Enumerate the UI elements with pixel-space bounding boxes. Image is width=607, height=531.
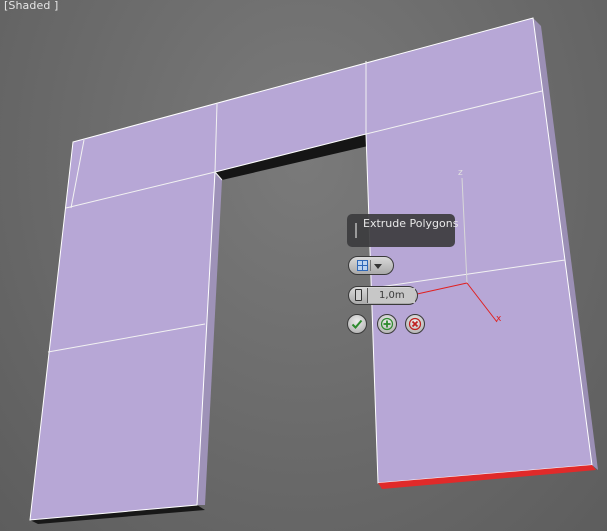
chevron-down-icon xyxy=(374,264,382,269)
caddy-title: Extrude Polygons xyxy=(363,217,459,230)
checkmark-icon xyxy=(351,319,363,329)
caddy-title-bar[interactable]: Extrude Polygons xyxy=(347,214,459,247)
x-icon xyxy=(408,317,422,331)
apply-and-continue-button[interactable] xyxy=(377,314,397,334)
scene-canvas[interactable]: z x xyxy=(0,0,607,531)
gizmo-x-label: x xyxy=(496,314,502,324)
viewport-label[interactable]: ] [Shaded ] xyxy=(0,0,58,12)
height-spinner[interactable]: 1,0m xyxy=(348,286,418,305)
extrusion-type-dropdown[interactable] xyxy=(348,256,394,275)
dropdown-separator xyxy=(370,260,371,271)
grid-icon xyxy=(357,260,368,271)
gizmo-z-label: z xyxy=(458,168,463,178)
viewport-3d[interactable]: z x ] [Shaded ] Extrude Polygons 1,0m xyxy=(0,0,607,531)
height-icon xyxy=(355,289,362,301)
plus-icon xyxy=(380,317,394,331)
ok-button[interactable] xyxy=(347,314,367,334)
mesh-front-face xyxy=(29,17,593,521)
drag-grip-icon[interactable] xyxy=(355,223,357,238)
cancel-button[interactable] xyxy=(405,314,425,334)
height-field[interactable]: 1,0m xyxy=(367,288,415,303)
